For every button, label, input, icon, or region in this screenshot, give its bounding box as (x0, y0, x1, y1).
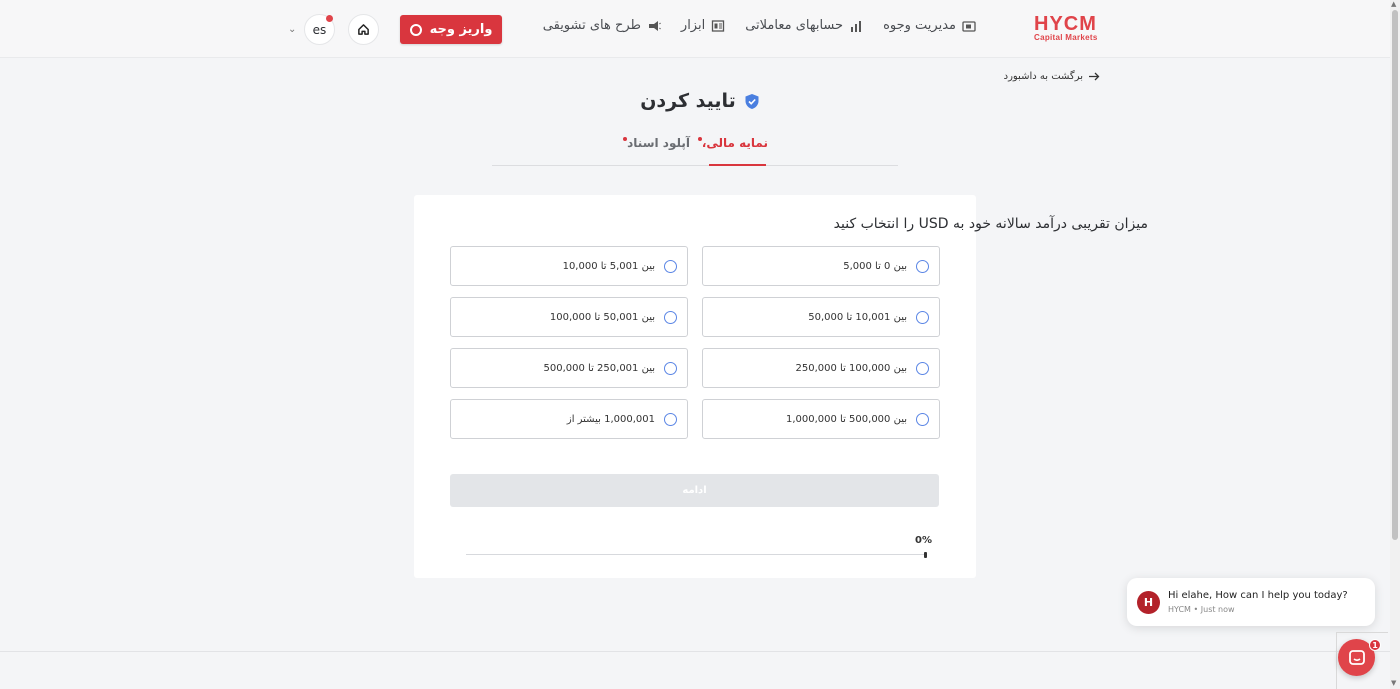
option-label: بین 500,000 تا 1,000,000 (785, 413, 907, 425)
chart-icon (851, 20, 862, 32)
nav-trading-accounts[interactable]: حسابهای معاملاتی (745, 18, 863, 33)
nav-label: ابزار (680, 18, 706, 33)
income-option[interactable]: بین 10,001 تا 50,000 (702, 297, 940, 337)
radio-button[interactable] (916, 259, 929, 273)
chevron-down-icon[interactable]: ⌄ (288, 24, 296, 35)
option-label: بین 250,001 تا 500,000 (543, 362, 656, 374)
income-option[interactable]: بین 0 تا 5,000 (702, 246, 940, 286)
home-icon (358, 24, 369, 35)
chat-avatar: H (1137, 591, 1160, 614)
tools-icon (712, 19, 725, 32)
chat-message-text: Hi elahe, How can I help you today? (1168, 590, 1348, 601)
verified-shield-icon (745, 93, 759, 109)
radio-button[interactable] (664, 361, 677, 375)
radio-button[interactable] (664, 310, 677, 324)
wallet-icon (962, 20, 976, 32)
logo-tagline: Capital Markets (1034, 33, 1098, 42)
arrow-right-icon (1089, 72, 1100, 81)
option-label: 1,000,001 بیشتر از (566, 413, 655, 425)
deposit-label: واریز وجه (429, 22, 493, 37)
chat-icon (1348, 649, 1365, 665)
notification-dot (326, 15, 333, 22)
income-option[interactable]: بین 250,001 تا 500,000 (450, 348, 688, 388)
logo-wordmark: HYCM (1034, 13, 1097, 35)
radio-button[interactable] (916, 310, 929, 324)
nav-funds-management[interactable]: مدیریت وجوه (883, 18, 976, 33)
tab-label: نمایه مالی، (701, 136, 768, 150)
footer-divider (0, 651, 1390, 652)
income-option[interactable]: بین 50,001 تا 100,000 (450, 297, 688, 337)
nav-tools[interactable]: ابزار (681, 18, 725, 33)
option-label: بین 10,001 تا 50,000 (808, 311, 907, 323)
option-label: بین 100,000 تا 250,000 (795, 362, 908, 374)
home-button[interactable] (348, 14, 379, 45)
radio-button[interactable] (664, 259, 677, 273)
chat-message-bubble[interactable]: H Hi elahe, How can I help you today? HY… (1127, 578, 1375, 626)
verification-tabs: نمایه مالی، آپلود اسناد (492, 130, 898, 166)
scrollbar-thumb[interactable] (1392, 10, 1398, 540)
back-to-dashboard-link[interactable]: برگشت به داشبورد (1004, 71, 1100, 82)
nav-label: مدیریت وجوه (883, 18, 956, 33)
radio-button[interactable] (664, 412, 677, 426)
chat-message-meta: HYCM • Just now (1168, 605, 1235, 614)
option-label: بین 50,001 تا 100,000 (549, 311, 655, 323)
page-title-text: تایید کردن (640, 90, 736, 112)
option-label: بین 0 تا 5,000 (843, 260, 907, 272)
deposit-button[interactable]: واریز وجه (400, 15, 502, 44)
scroll-down-arrow-icon[interactable]: ▼ (1391, 679, 1396, 687)
progress-track (466, 554, 927, 555)
active-tab-indicator (709, 164, 766, 166)
megaphone-icon (648, 20, 661, 31)
income-option[interactable]: بین 5,001 تا 10,000 (450, 246, 688, 286)
language-code: es (312, 22, 327, 37)
progress-indicator (924, 552, 927, 558)
main-nav: مدیریت وجوه حسابهای معاملاتی ابزار طرح ه… (543, 18, 976, 33)
nav-label: حسابهای معاملاتی (745, 18, 844, 33)
income-option[interactable]: بین 500,000 تا 1,000,000 (702, 399, 940, 439)
page-title: تایید کردن (600, 90, 800, 112)
tab-financial-profile[interactable]: نمایه مالی، (697, 136, 768, 150)
unread-count-badge: 1 (1369, 639, 1381, 651)
income-question: میزان تقریبی درآمد سالانه خود به USD را … (833, 216, 1148, 232)
radio-button[interactable] (916, 361, 929, 375)
continue-button[interactable]: ادامه (450, 474, 939, 507)
tab-upload-documents[interactable]: آپلود اسناد (623, 136, 690, 150)
option-label: بین 5,001 تا 10,000 (562, 260, 655, 272)
radio-button[interactable] (916, 412, 929, 426)
nav-label: طرح های تشویقی (542, 18, 641, 33)
nav-promotions[interactable]: طرح های تشویقی (543, 18, 661, 33)
progress-percent: 0% (915, 535, 932, 546)
back-link-label: برگشت به داشبورد (1003, 71, 1083, 82)
coin-icon (409, 23, 422, 36)
scroll-up-arrow-icon[interactable]: ▲ (1391, 0, 1396, 8)
hycm-logo[interactable]: HYCM Capital Markets (1034, 14, 1104, 42)
tab-label: آپلود اسناد (627, 136, 690, 150)
continue-label: ادامه (682, 485, 707, 496)
income-option[interactable]: 1,000,001 بیشتر از (450, 399, 688, 439)
income-option[interactable]: بین 100,000 تا 250,000 (702, 348, 940, 388)
